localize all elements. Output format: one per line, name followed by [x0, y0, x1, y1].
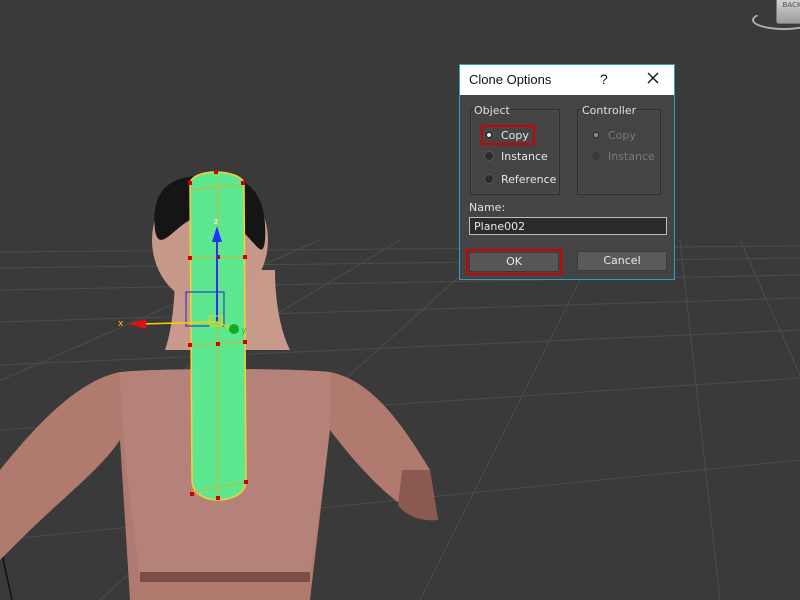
name-input[interactable]	[469, 217, 667, 235]
ok-button[interactable]: OK	[469, 252, 559, 272]
controller-instance-radio: Instance	[591, 148, 655, 164]
gizmo-y-label: y	[241, 326, 247, 336]
radio-label: Instance	[608, 149, 655, 163]
radio-button[interactable]	[484, 174, 494, 184]
controller-group-title: Controller	[582, 104, 637, 117]
radio-button	[591, 151, 601, 161]
copy-highlight-box	[481, 125, 535, 145]
radio-label: Instance	[501, 149, 548, 163]
cancel-button[interactable]: Cancel	[577, 251, 667, 271]
3d-viewport[interactable]: x y z	[0, 0, 800, 600]
radio-button[interactable]	[484, 151, 494, 161]
radio-label: Copy	[608, 128, 636, 142]
controller-copy-radio: Copy	[591, 127, 636, 143]
dialog-titlebar[interactable]: Clone Options ?	[460, 65, 674, 95]
radio-label: Reference	[501, 172, 557, 186]
object-group-title: Object	[474, 104, 510, 117]
object-reference-radio[interactable]: Reference	[484, 171, 556, 187]
close-icon[interactable]	[644, 69, 662, 87]
dialog-title: Clone Options	[469, 72, 552, 87]
gizmo-z-label: z	[214, 217, 218, 226]
radio-button	[591, 130, 601, 140]
viewcube[interactable]: BACK	[776, 0, 800, 24]
help-button[interactable]: ?	[600, 71, 608, 87]
gizmo-x-label: x	[118, 319, 124, 329]
viewcube-face-label: BACK	[782, 1, 800, 9]
clone-options-dialog: Clone Options ? Object Copy Instance Ref…	[459, 64, 675, 280]
name-label: Name:	[469, 201, 506, 214]
object-instance-radio[interactable]: Instance	[484, 148, 548, 164]
